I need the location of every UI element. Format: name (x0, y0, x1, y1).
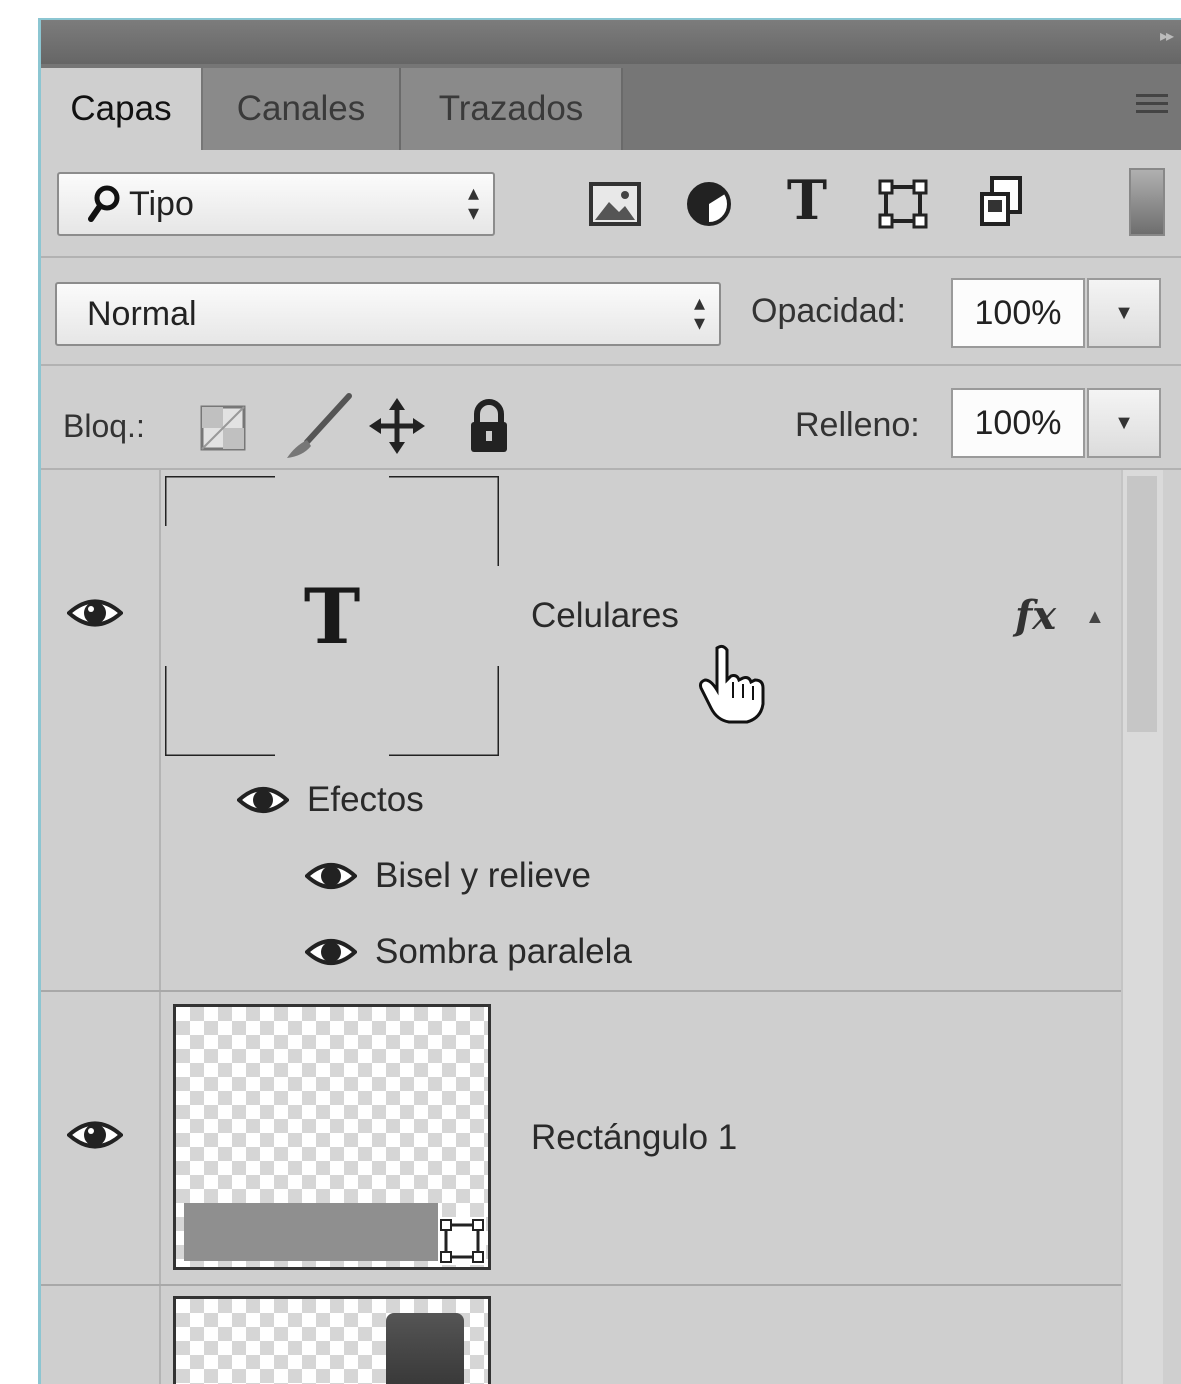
blend-mode-select[interactable]: Normal ▴ ▾ (55, 282, 721, 346)
layers-list: T Celulares fx ▲ Efectos Bisel y relieve… (41, 470, 1121, 1384)
effect-row-sombra[interactable]: Sombra paralela (305, 932, 632, 972)
adjustment-filter-icon[interactable] (681, 176, 737, 232)
eye-icon[interactable] (305, 860, 357, 892)
blend-mode-value: Normal (87, 294, 197, 333)
layer-row-rectangulo-1[interactable]: Rectángulo 1 (41, 992, 1121, 1286)
shape-fill-preview (184, 1203, 438, 1261)
opacity-input[interactable]: 100% (951, 278, 1085, 348)
shape-filter-icon[interactable] (875, 176, 931, 232)
fill-label: Relleno: (795, 406, 920, 444)
chevron-updown-icon: ▴ ▾ (693, 290, 705, 335)
filter-kind-value: Tipo (129, 184, 194, 223)
fx-icon[interactable]: fx (1015, 592, 1056, 639)
layers-scrollbar[interactable] (1121, 470, 1163, 1384)
chevron-down-icon: ▼ (1114, 301, 1134, 324)
lock-label: Bloq.: (63, 408, 145, 444)
blend-row: Normal ▴ ▾ Opacidad: 100% ▼ (41, 258, 1181, 366)
move-icon[interactable] (369, 398, 425, 454)
effect-label-sombra: Sombra paralela (375, 932, 632, 971)
collapse-effects-icon[interactable]: ▲ (1085, 606, 1105, 629)
tab-trazados[interactable]: Trazados (401, 68, 623, 150)
layer-name-rectangulo-1[interactable]: Rectángulo 1 (531, 1118, 737, 1158)
eye-icon[interactable] (237, 784, 289, 816)
filter-row: Tipo ▴ ▾ T (41, 150, 1181, 258)
layer-name-celulares[interactable]: Celulares (531, 596, 679, 636)
search-icon (87, 185, 121, 223)
panel-titlebar[interactable]: ▸▸ (41, 20, 1181, 64)
eye-icon[interactable] (65, 1118, 125, 1157)
layer-thumbnail-smart-object[interactable] (173, 1296, 491, 1384)
lock-row: Bloq.: Relleno: 100% ▼ (41, 366, 1181, 470)
tab-canales[interactable]: Canales (203, 68, 401, 150)
layer-thumbnail-text[interactable]: T (165, 476, 499, 756)
text-layer-thumb-glyph: T (303, 571, 361, 661)
tab-capas[interactable]: Capas (41, 68, 201, 150)
layer-row-celulares[interactable]: T Celulares fx ▲ Efectos Bisel y relieve… (41, 470, 1121, 992)
layers-panel: ▸▸ Capas Canales Trazados Tipo ▴ ▾ T Nor… (38, 18, 1181, 1384)
smart-object-filter-icon[interactable] (973, 174, 1029, 230)
panel-tab-bar: Capas Canales Trazados (41, 64, 1181, 150)
effects-label: Efectos (307, 780, 424, 819)
opacity-dropdown-button[interactable]: ▼ (1087, 278, 1161, 348)
effect-row-bisel[interactable]: Bisel y relieve (305, 856, 591, 896)
lock-all-icon[interactable] (461, 398, 517, 454)
filter-toggle-switch[interactable] (1129, 168, 1165, 236)
fill-dropdown-button[interactable]: ▼ (1087, 388, 1161, 458)
layer-thumbnail-shape[interactable] (173, 1004, 491, 1270)
phone-image-preview (386, 1313, 464, 1384)
panel-menu-icon[interactable] (1136, 94, 1168, 120)
chevron-down-icon: ▼ (1114, 411, 1134, 434)
collapse-icon[interactable]: ▸▸ (1160, 26, 1174, 46)
lock-transparent-pixels-icon[interactable] (195, 400, 251, 456)
image-filter-icon[interactable] (587, 176, 643, 232)
lock-image-pixels-icon[interactable] (277, 392, 357, 462)
hand-cursor-icon (697, 642, 769, 731)
eye-icon[interactable] (305, 936, 357, 968)
scrollbar-thumb[interactable] (1127, 476, 1157, 732)
effect-label-bisel: Bisel y relieve (375, 856, 591, 895)
fill-input[interactable]: 100% (951, 388, 1085, 458)
type-filter-icon[interactable]: T (779, 168, 835, 232)
opacity-label: Opacidad: (751, 292, 906, 330)
chevron-updown-icon: ▴ ▾ (467, 180, 479, 225)
layer-row-partial[interactable] (41, 1286, 1121, 1384)
shape-layer-badge-icon (438, 1217, 486, 1265)
eye-icon[interactable] (65, 596, 125, 635)
effects-group-row[interactable]: Efectos (237, 780, 424, 820)
filter-kind-select[interactable]: Tipo ▴ ▾ (57, 172, 495, 236)
